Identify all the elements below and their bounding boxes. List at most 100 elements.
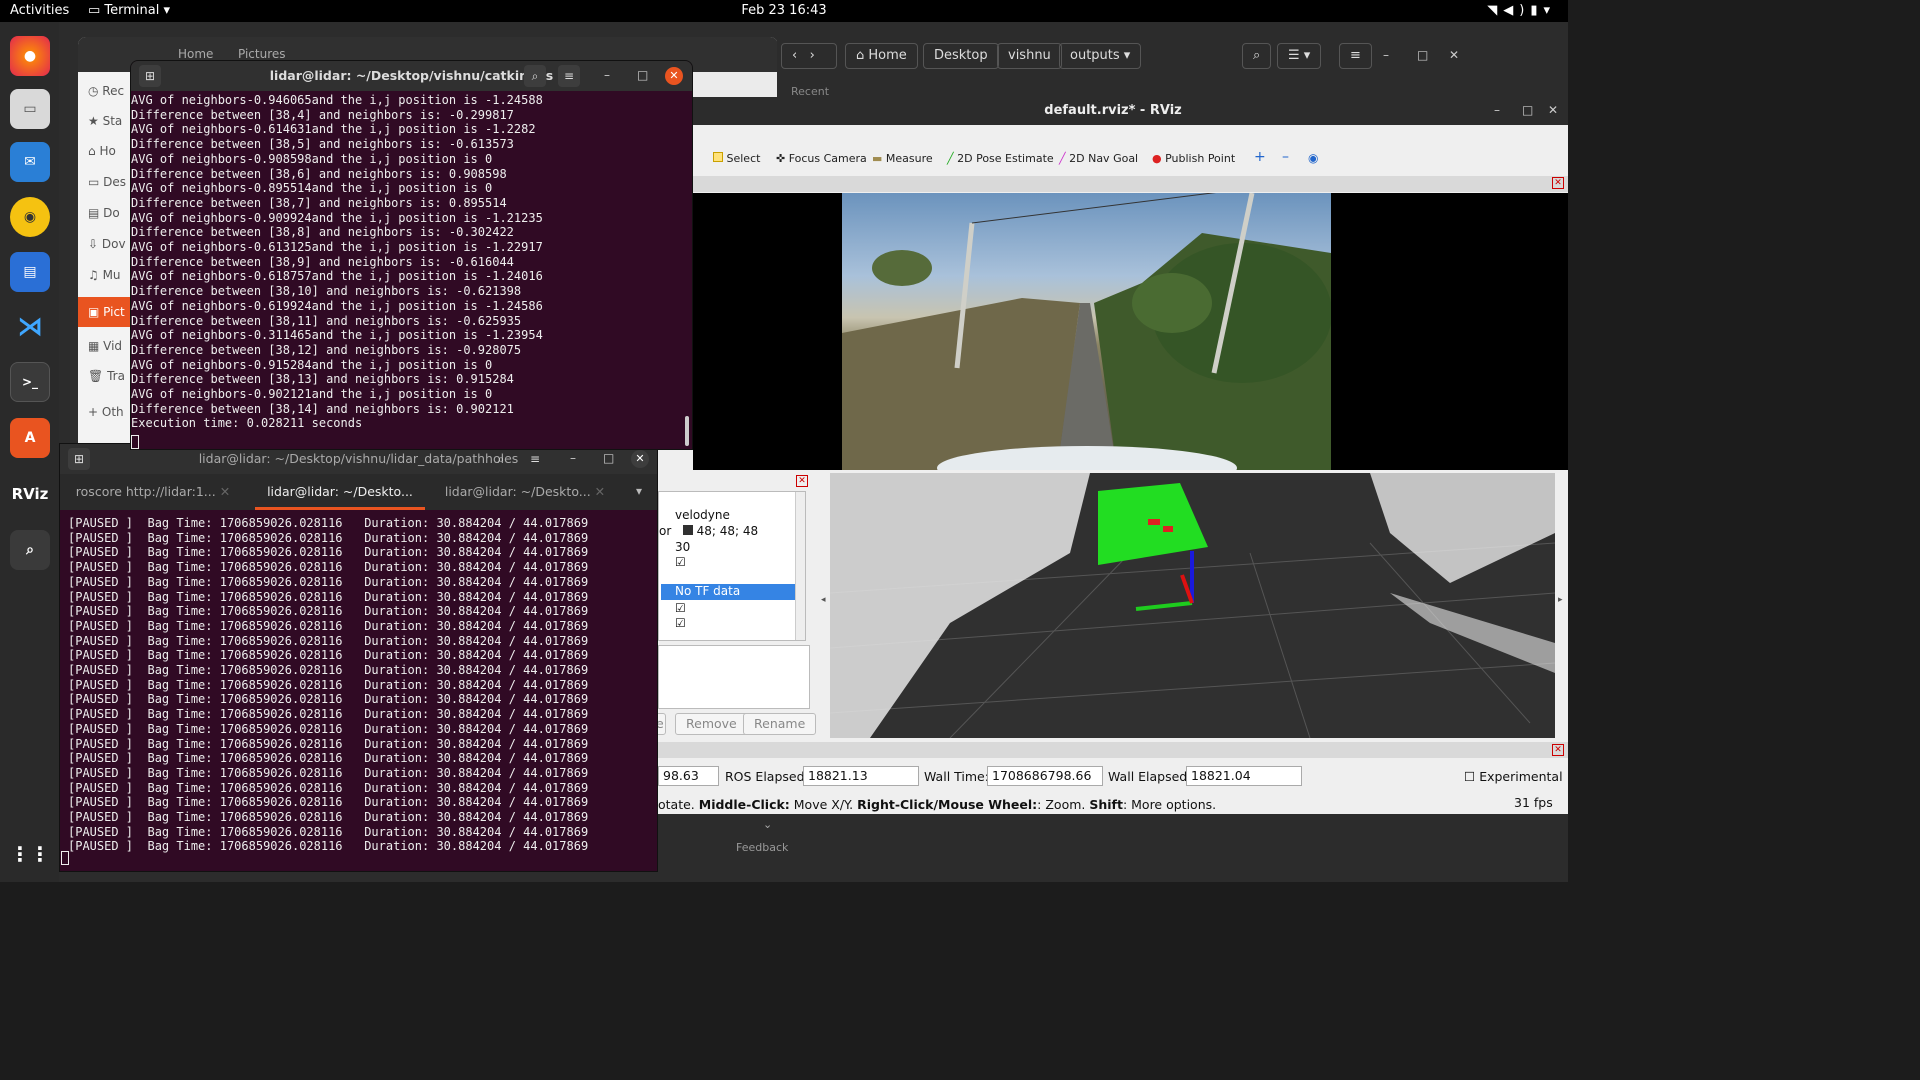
menu-icon[interactable]: ≡ <box>1339 43 1372 69</box>
terminal-line: [PAUSED ] Bag Time: 1706859026.028116 Du… <box>68 839 589 854</box>
firefox-icon[interactable]: ● <box>10 36 50 76</box>
maximize-icon[interactable]: □ <box>603 451 614 465</box>
tab-list-icon[interactable]: ▾ <box>636 484 642 498</box>
show-apps-icon[interactable]: ⋮⋮ <box>10 834 50 874</box>
sidebar-item-recent[interactable]: ◷ Rec <box>88 84 136 98</box>
files-icon[interactable]: ▭ <box>10 89 50 129</box>
feedback-link[interactable]: Feedback <box>736 841 788 854</box>
writer-icon[interactable]: ▤ <box>10 252 50 292</box>
maximize-icon[interactable]: □ <box>1417 48 1428 62</box>
minimize-icon[interactable]: – <box>604 68 610 82</box>
checkbox[interactable]: ☑ <box>675 601 686 615</box>
tree-no-tf-data[interactable]: No TF data <box>661 584 799 600</box>
search-icon[interactable]: ⌕ <box>10 530 50 570</box>
ros-elapsed-field[interactable]: 18821.13 <box>803 766 919 786</box>
tool-2d-nav-goal[interactable]: ╱ 2D Nav Goal <box>1059 152 1138 165</box>
sidebar-item-documents[interactable]: ▤ Do <box>88 206 136 220</box>
camera-type-icon[interactable]: ◉ <box>1308 151 1318 165</box>
software-icon[interactable]: A <box>10 418 50 458</box>
maximize-icon[interactable]: □ <box>1522 103 1533 117</box>
checkbox[interactable]: ☑ <box>675 555 686 569</box>
crumb-home[interactable]: ⌂ Home <box>845 43 918 69</box>
tree-color-row[interactable]: or 48; 48; 48 <box>659 524 758 538</box>
thunderbird-icon[interactable]: ✉ <box>10 142 50 182</box>
tab-lidar-active[interactable]: lidar@lidar: ~/Deskto... <box>255 474 425 510</box>
vscode-icon[interactable]: ⋊ <box>10 307 50 347</box>
close-icon[interactable]: ✕ <box>631 450 649 468</box>
menu-icon[interactable]: ≡ <box>524 448 546 470</box>
close-icon[interactable]: ✕ <box>665 67 683 85</box>
terminal-line: [PAUSED ] Bag Time: 1706859026.028116 Du… <box>68 721 589 736</box>
crumb-outputs[interactable]: outputs ▾ <box>1059 43 1142 69</box>
tool-focus-camera[interactable]: ✜ Focus Camera <box>776 152 867 165</box>
sidebar-item-trash[interactable]: 🗑 Tra <box>88 369 136 383</box>
tab-lidar-2[interactable]: lidar@lidar: ~/Deskto... ✕ <box>440 474 610 510</box>
tool-publish-point[interactable]: ● Publish Point <box>1152 152 1235 165</box>
wall-time-field[interactable]: 1708686798.66 <box>987 766 1103 786</box>
tree-size[interactable]: 30 <box>675 540 690 554</box>
scrollbar[interactable] <box>685 416 689 446</box>
terminal-line: Difference between [38,4] and neighbors … <box>131 107 514 122</box>
terminal-2-output[interactable]: [PAUSED ] Bag Time: 1706859026.028116 Du… <box>68 514 588 854</box>
close-panel-icon[interactable]: ✕ <box>1552 177 1564 189</box>
wall-elapsed-field[interactable]: 18821.04 <box>1186 766 1302 786</box>
tab-roscore[interactable]: roscore http://lidar:1... ✕ <box>68 474 238 510</box>
add-tool-icon[interactable]: + <box>1254 149 1266 165</box>
close-icon[interactable]: ✕ <box>1449 48 1459 62</box>
sidebar-item-downloads[interactable]: ⇩ Dov <box>88 237 136 251</box>
close-icon[interactable]: ✕ <box>1548 103 1558 117</box>
terminal-icon[interactable]: >_ <box>10 362 50 402</box>
collapse-right-icon[interactable]: ▸ <box>1558 595 1563 605</box>
tool-2d-pose-estimate[interactable]: ╱ 2D Pose Estimate <box>947 152 1054 165</box>
sidebar-item-starred[interactable]: ★ Sta <box>88 114 136 128</box>
terminal-1-output[interactable]: AVG of neighbors-0.946065and the i,j pos… <box>131 91 692 431</box>
tool-select[interactable]: Select <box>713 152 760 165</box>
collapse-left-icon[interactable]: ◂ <box>821 595 826 605</box>
terminal-line: [PAUSED ] Bag Time: 1706859026.028116 Du… <box>68 516 589 530</box>
pictures-crumb[interactable]: Pictures <box>238 47 286 61</box>
close-panel-icon[interactable]: ✕ <box>796 475 808 487</box>
home-crumb[interactable]: Home <box>178 47 213 61</box>
sidebar-item-videos[interactable]: ▦ Vid <box>88 339 136 353</box>
chevron-down-icon[interactable]: ⌄ <box>763 818 772 831</box>
clock[interactable]: Feb 23 16:43 <box>0 3 1568 18</box>
search-icon[interactable]: ⌕ <box>1242 43 1272 69</box>
tree-velodyne[interactable]: velodyne <box>675 508 730 522</box>
close-panel-icon[interactable]: ✕ <box>1552 744 1564 756</box>
tree-scrollbar[interactable] <box>795 492 805 640</box>
tool-measure[interactable]: ▬ Measure <box>872 152 933 165</box>
checkbox[interactable]: ☑ <box>675 616 686 630</box>
road-scene-svg <box>842 193 1331 470</box>
sidebar-item-music[interactable]: ♫ Mu <box>88 268 136 282</box>
rhythmbox-icon[interactable]: ◉ <box>10 197 50 237</box>
search-icon[interactable]: ⌕ <box>490 448 512 470</box>
crumb-desktop[interactable]: Desktop <box>923 43 999 69</box>
search-icon[interactable]: ⌕ <box>524 65 546 87</box>
ros-time-field[interactable]: 98.63 <box>658 766 719 786</box>
remove-button[interactable]: Remove <box>675 713 748 735</box>
sidebar-item-desktop[interactable]: ▭ Des <box>88 175 136 189</box>
remove-tool-icon[interactable]: – <box>1282 149 1289 165</box>
minimize-icon[interactable]: – <box>570 451 576 465</box>
list-view-icon[interactable]: ☰ ▾ <box>1277 43 1322 69</box>
maximize-icon[interactable]: □ <box>637 68 648 82</box>
rviz-icon[interactable]: RViz <box>10 474 50 514</box>
sidebar-item-home[interactable]: ⌂ Ho <box>88 144 136 158</box>
terminal-line: [PAUSED ] Bag Time: 1706859026.028116 Du… <box>68 795 589 810</box>
sidebar-item-pictures[interactable]: ▣ Pict <box>78 297 138 327</box>
rename-button[interactable]: Rename <box>743 713 817 735</box>
tab-close-icon[interactable]: ✕ <box>595 484 605 499</box>
menu-icon[interactable]: ≡ <box>558 65 580 87</box>
sidebar-item-other[interactable]: + Oth <box>88 405 136 419</box>
minimize-icon[interactable]: – <box>1494 103 1500 117</box>
select-icon <box>713 152 723 162</box>
terminal-line: Difference between [38,12] and neighbors… <box>131 342 522 357</box>
3d-view[interactable] <box>830 473 1555 738</box>
minimize-icon[interactable]: – <box>1383 48 1389 62</box>
terminal-line: [PAUSED ] Bag Time: 1706859026.028116 Du… <box>68 692 589 707</box>
crumb-vishnu[interactable]: vishnu <box>997 43 1062 69</box>
experimental-checkbox[interactable]: ☐ Experimental <box>1464 769 1563 784</box>
nav-back-forward[interactable]: ‹ › <box>781 43 837 69</box>
tab-close-icon[interactable]: ✕ <box>220 484 230 499</box>
system-tray[interactable]: ◥◀)▮▾ <box>1487 3 1556 18</box>
